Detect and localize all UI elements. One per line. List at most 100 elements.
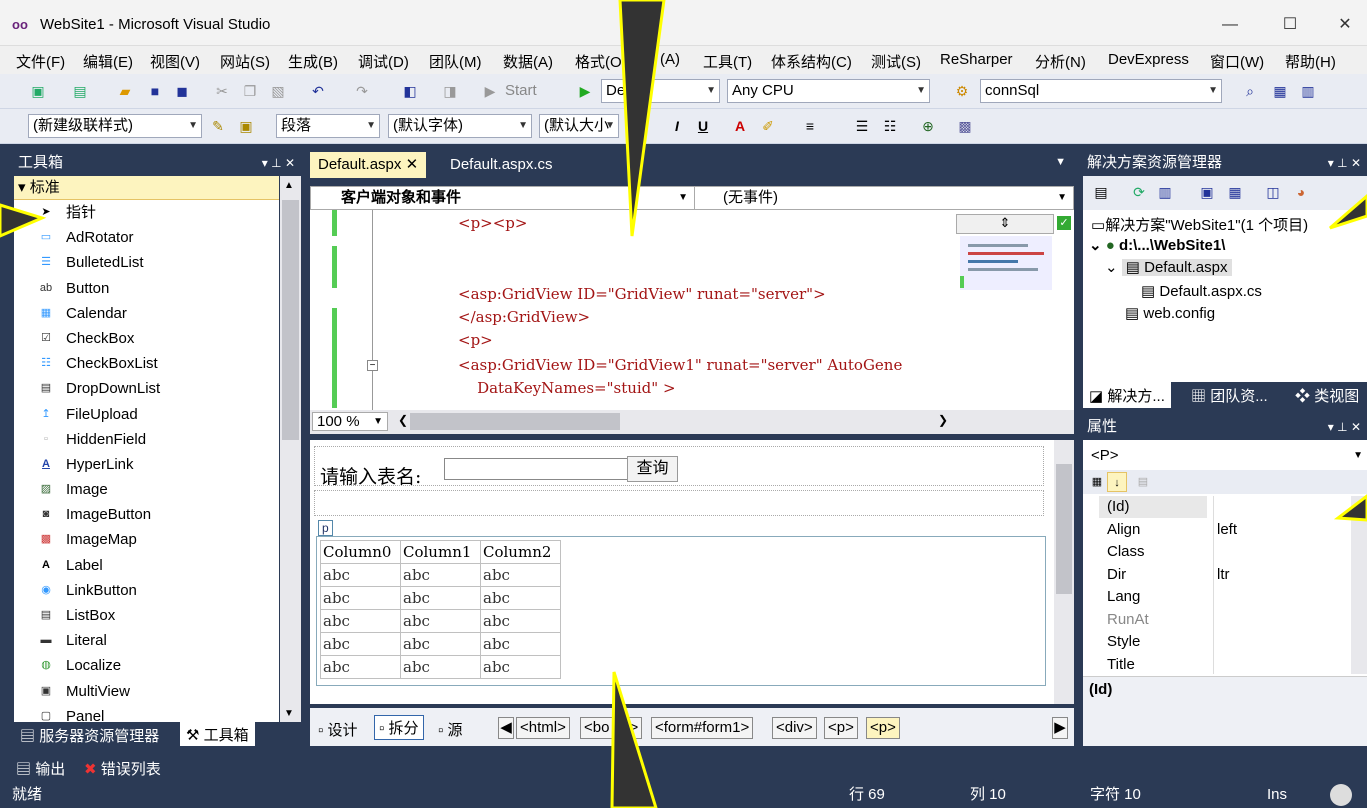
close-icon[interactable]: ✕ [406,156,419,173]
toolbox-item-calendar[interactable]: ▦ Calendar [14,301,279,326]
numbered-list-icon[interactable]: ☰ [852,116,872,136]
property-row-lang[interactable]: Lang [1083,586,1351,609]
tab-class-view[interactable]: ❖ 类视图 [1295,385,1359,406]
tab-solution[interactable]: ◪ 解决方... [1083,382,1171,408]
start-debug-icon[interactable]: ▶ [480,81,500,101]
tab-toolbox[interactable]: ⚒ 工具箱 [180,722,255,746]
split-handle-icon[interactable]: ⇕ [956,214,1054,234]
scroll-right-icon[interactable]: ❯ [938,413,948,427]
property-row-title[interactable]: Title [1083,654,1351,674]
cut-icon[interactable]: ✂ [212,81,232,101]
run-icon[interactable]: ▶ [575,81,595,101]
toolbox-item-localize[interactable]: ◍ Localize [14,653,279,678]
scroll-down-icon[interactable]: ▼ [284,708,294,719]
menu-edit[interactable]: 编辑(E) [83,51,133,72]
menu-test[interactable]: 测试(S) [871,51,921,72]
breadcrumb-div[interactable]: <div> [772,717,817,739]
menu-team[interactable]: 团队(M) [429,51,482,72]
tab-server-explorer[interactable]: ▤ 服务器资源管理器 [20,725,159,746]
close-button[interactable]: ✕ [1325,10,1365,40]
menu-window[interactable]: 窗口(W) [1210,51,1264,72]
toolbox-item-button[interactable]: ab Button [14,276,279,301]
paste-icon[interactable]: ▧ [268,81,288,101]
toolbox-item-fileupload[interactable]: ↥ FileUpload [14,402,279,427]
minimize-button[interactable]: — [1210,10,1250,40]
code-editor[interactable]: − <p><p> <asp:GridView ID="GridView" run… [310,210,1074,410]
save-icon[interactable]: ■ [145,81,165,101]
breadcrumb-body[interactable]: <bo [580,717,614,739]
apply-style-icon[interactable]: ✎ [208,116,228,136]
menu-analyze[interactable]: 分析(N) [1035,51,1086,72]
query-button[interactable]: 查询 [627,456,678,482]
pane-controls-icon[interactable]: ▾ ⊥ ✕ [262,150,295,176]
breadcrumb-form[interactable]: <form#form1> [651,717,754,739]
highlight-icon[interactable]: ✐ [758,116,778,136]
tab-overflow-icon[interactable]: ▼ [1055,156,1066,168]
web-config-icon[interactable]: ◕ [1291,182,1311,202]
font-dropdown[interactable]: (默认字体) ▼ [388,114,532,138]
property-row-id[interactable]: (Id) [1083,496,1351,519]
toolbox-item-imagemap[interactable]: ▩ ImageMap [14,527,279,552]
start-label[interactable]: Start [505,82,537,99]
find-icon[interactable]: ⌕ [1240,81,1260,101]
image-icon[interactable]: ▩ [955,116,975,136]
toolbox-item-listbox[interactable]: ▤ ListBox [14,603,279,628]
breadcrumb-html[interactable]: <html> [516,717,570,739]
scroll-thumb[interactable] [282,200,299,440]
toolbox-item-literal[interactable]: ▬ Literal [14,628,279,653]
event-dropdown[interactable]: (无事件) ▼ [697,187,1073,209]
properties-icon[interactable]: ▦ [1270,81,1290,101]
toolbox-item-dropdownlist[interactable]: ▤ DropDownList [14,376,279,401]
web-config-node[interactable]: ▤ web.config [1125,304,1215,322]
default-aspx-node[interactable]: ⌄ ▤ Default.aspx [1105,258,1232,276]
underline-icon[interactable]: U [693,116,713,136]
target-rule-icon[interactable]: ▣ [236,116,256,136]
toolbox-item-imagebutton[interactable]: ◙ ImageButton [14,502,279,527]
toolbox-item-hyperlink[interactable]: A HyperLink [14,452,279,477]
bulleted-list-icon[interactable]: ☷ [880,116,900,136]
menu-view[interactable]: 视图(V) [150,51,200,72]
view-design-tab[interactable]: ▫ 设计 [318,719,358,740]
object-dropdown[interactable]: 客户端对象和事件 ▼ [311,187,695,209]
nest-icon[interactable]: ◫ [1263,182,1283,202]
font-size-dropdown[interactable]: (默认大小 ▼ [539,114,619,138]
italic-icon[interactable]: I [667,116,687,136]
pane-controls-icon[interactable]: ▾ ⊥ ✕ [1328,414,1361,440]
add-item-icon[interactable]: ▤ [70,81,90,101]
crumb-next-icon[interactable]: ▶ [1052,717,1068,739]
copy-icon[interactable]: ❐ [240,81,260,101]
toolbox-item-label[interactable]: A Label [14,553,279,578]
collapse-icon[interactable]: − [367,360,378,371]
design-vscroll[interactable] [1054,440,1074,704]
toolbox-category-standard[interactable]: ▾ 标准 [14,176,279,200]
hyperlink-icon[interactable]: ⊕ [918,116,938,136]
menu-tools[interactable]: 工具(T) [703,51,752,72]
toolbox-scrollbar[interactable]: ▲ ▼ [280,176,301,726]
property-value[interactable]: ltr [1217,564,1230,586]
toolbox-item-linkbutton[interactable]: ◉ LinkButton [14,578,279,603]
toolbox-item-pointer[interactable]: ➤ 指针 [14,200,279,225]
connection-icon[interactable]: ⚙ [952,81,972,101]
menu-build[interactable]: 生成(B) [288,51,338,72]
toolbox-icon[interactable]: ▥ [1298,81,1318,101]
property-row-runat[interactable]: RunAt [1083,609,1351,632]
tab-output[interactable]: ▤ 输出 [16,758,65,779]
menu-data[interactable]: 数据(A) [503,51,553,72]
save-all-icon[interactable]: ◼ [172,81,192,101]
align-icon[interactable]: ≡ [800,116,820,136]
breadcrumb-p-current[interactable]: <p> [866,717,900,739]
view-designer-icon[interactable]: ▦ [1225,182,1245,202]
tab-default-aspx[interactable]: Default.aspx ✕ [310,152,427,178]
refresh-icon[interactable]: ⟳ [1129,182,1149,202]
toolbox-item-checkboxlist[interactable]: ☷ CheckBoxList [14,351,279,376]
p-tag-marker[interactable]: p [318,520,333,536]
menu-debug[interactable]: 调试(D) [358,51,409,72]
breadcrumb-body-end[interactable]: y> [618,717,643,739]
toolbox-item-checkbox[interactable]: ☑ CheckBox [14,326,279,351]
toolbox-item-image[interactable]: ▨ Image [14,477,279,502]
menu-format[interactable]: 格式(O [575,51,622,72]
properties-icon[interactable]: ▤ [1091,182,1111,202]
menu-resharper[interactable]: ReSharper [940,51,1013,68]
zoom-dropdown[interactable]: 100 % ▼ [312,412,388,431]
property-value[interactable]: left [1217,519,1237,541]
